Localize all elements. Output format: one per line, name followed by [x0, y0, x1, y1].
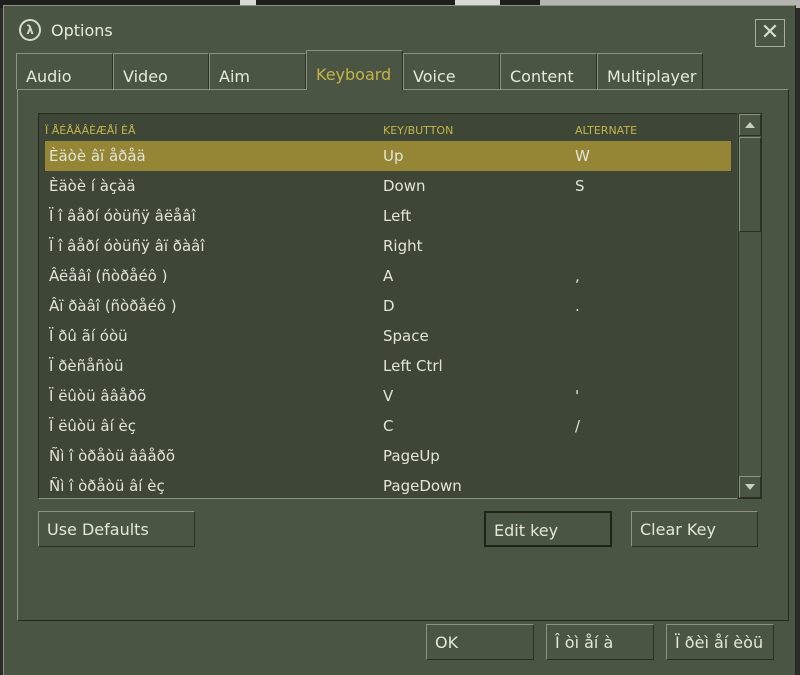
cancel-button[interactable]: Î òì åí à [546, 624, 654, 660]
column-header-key[interactable]: KEY/BUTTON [383, 124, 453, 137]
binding-alternate: / [575, 417, 581, 435]
binding-key: PageUp [383, 447, 440, 465]
tab-voice[interactable]: Voice [403, 53, 500, 89]
button-label: Clear Key [640, 520, 716, 539]
tab-video[interactable]: Video [113, 53, 209, 89]
binding-row[interactable]: Èäòè í àçàä Down S [45, 171, 731, 201]
clear-key-button[interactable]: Clear Key [631, 511, 758, 547]
binding-alternate: S [575, 177, 585, 195]
binding-key: Up [383, 147, 404, 165]
column-header-alternate[interactable]: ALTERNATE [575, 124, 637, 137]
binding-alternate: . [575, 297, 580, 315]
binding-alternate: , [575, 267, 580, 285]
binding-row[interactable]: Ñì î òðåòü âí èç PageDown [45, 471, 731, 498]
binding-key: D [383, 297, 395, 315]
tab-keyboard[interactable]: Keyboard [306, 50, 403, 90]
binding-action: Èäòè í àçàä [49, 177, 136, 195]
button-label: Edit key [494, 521, 559, 540]
scroll-thumb[interactable] [739, 137, 761, 232]
binding-row[interactable]: Ï ðèñåñòü Left Ctrl [45, 351, 731, 381]
binding-row[interactable]: Âï ðàâî (ñòðåéô ) D . [45, 291, 731, 321]
binding-action: Èäòè âï åðåä [49, 147, 146, 165]
edit-key-button[interactable]: Edit key [484, 511, 612, 547]
binding-row[interactable]: Ï ðû ãí óòü Space [45, 321, 731, 351]
binding-alternate: W [575, 147, 590, 165]
dialog-title: Options [51, 21, 113, 40]
binding-key: A [383, 267, 394, 285]
keyboard-panel: Ï ÅÉÅÄÂÈÆÅÍ ÈÅ KEY/BUTTON ALTERNATE Èäòè… [17, 89, 789, 621]
binding-key: V [383, 387, 394, 405]
tab-label: Video [123, 67, 168, 86]
binding-action: Ï ëûòü ââåðõ [49, 387, 147, 405]
arrow-up-icon [745, 122, 755, 128]
binding-key: Left Ctrl [383, 357, 443, 375]
half-life-logo-icon: λ [19, 19, 41, 41]
use-defaults-button[interactable]: Use Defaults [38, 511, 195, 547]
binding-action: Ï î âåðí óòüñÿ âëåâî [49, 207, 196, 225]
binding-action: Ï ðèñåñòü [49, 357, 124, 375]
button-label: Ï ðèì åí èòü [675, 633, 764, 652]
apply-button[interactable]: Ï ðèì åí èòü [666, 624, 774, 660]
key-bindings-list[interactable]: Ï ÅÉÅÄÂÈÆÅÍ ÈÅ KEY/BUTTON ALTERNATE Èäòè… [38, 113, 737, 499]
options-dialog: λ Options ✕ Audio Video Aim Keyboard Voi… [3, 5, 796, 675]
close-icon: ✕ [760, 20, 780, 45]
binding-key: PageDown [383, 477, 462, 495]
button-label: OK [435, 633, 459, 652]
binding-action: Ñì î òðåòü ââåðõ [49, 447, 176, 465]
binding-key: Right [383, 237, 423, 255]
scroll-down-button[interactable] [739, 476, 761, 498]
binding-action: Âï ðàâî (ñòðåéô ) [49, 297, 177, 315]
binding-key: Left [383, 207, 412, 225]
binding-action: Ñì î òðåòü âí èç [49, 477, 165, 495]
close-button[interactable]: ✕ [755, 19, 785, 47]
binding-action: Ï î âåðí óòüñÿ âï ðàâî [49, 237, 205, 255]
tab-label: Audio [26, 67, 72, 86]
tab-audio[interactable]: Audio [16, 53, 113, 89]
binding-row[interactable]: Âëåâî (ñòðåéô ) A , [45, 261, 731, 291]
binding-row[interactable]: Èäòè âï åðåä Up W [45, 141, 731, 171]
tab-label: Keyboard [316, 65, 392, 84]
binding-row[interactable]: Ï î âåðí óòüñÿ âï ðàâî Right [45, 231, 731, 261]
button-label: Use Defaults [47, 520, 149, 539]
tab-aim[interactable]: Aim [209, 53, 306, 89]
binding-action: Âëåâî (ñòðåéô ) [49, 267, 168, 285]
binding-row[interactable]: Ï ëûòü ââåðõ V ' [45, 381, 731, 411]
binding-action: Ï ëûòü âí èç [49, 417, 136, 435]
arrow-down-icon [745, 484, 755, 490]
button-label: Î òì åí à [555, 633, 614, 652]
tab-label: Voice [413, 67, 456, 86]
scroll-up-button[interactable] [739, 114, 761, 136]
tab-label: Multiplayer [607, 67, 697, 86]
binding-key: C [383, 417, 394, 435]
binding-alternate: ' [575, 387, 580, 405]
binding-row[interactable]: Ñì î òðåòü ââåðõ PageUp [45, 441, 731, 471]
binding-row[interactable]: Ï î âåðí óòüñÿ âëåâî Left [45, 201, 731, 231]
column-header-action[interactable]: Ï ÅÉÅÄÂÈÆÅÍ ÈÅ [45, 124, 136, 137]
tab-label: Content [510, 67, 574, 86]
list-scrollbar[interactable] [738, 113, 762, 499]
tab-content[interactable]: Content [500, 53, 597, 89]
tab-multiplayer[interactable]: Multiplayer [597, 53, 703, 89]
binding-key: Space [383, 327, 429, 345]
binding-row[interactable]: Ï ëûòü âí èç C / [45, 411, 731, 441]
tab-label: Aim [219, 67, 250, 86]
binding-key: Down [383, 177, 426, 195]
binding-action: Ï ðû ãí óòü [49, 327, 128, 345]
ok-button[interactable]: OK [426, 624, 534, 660]
